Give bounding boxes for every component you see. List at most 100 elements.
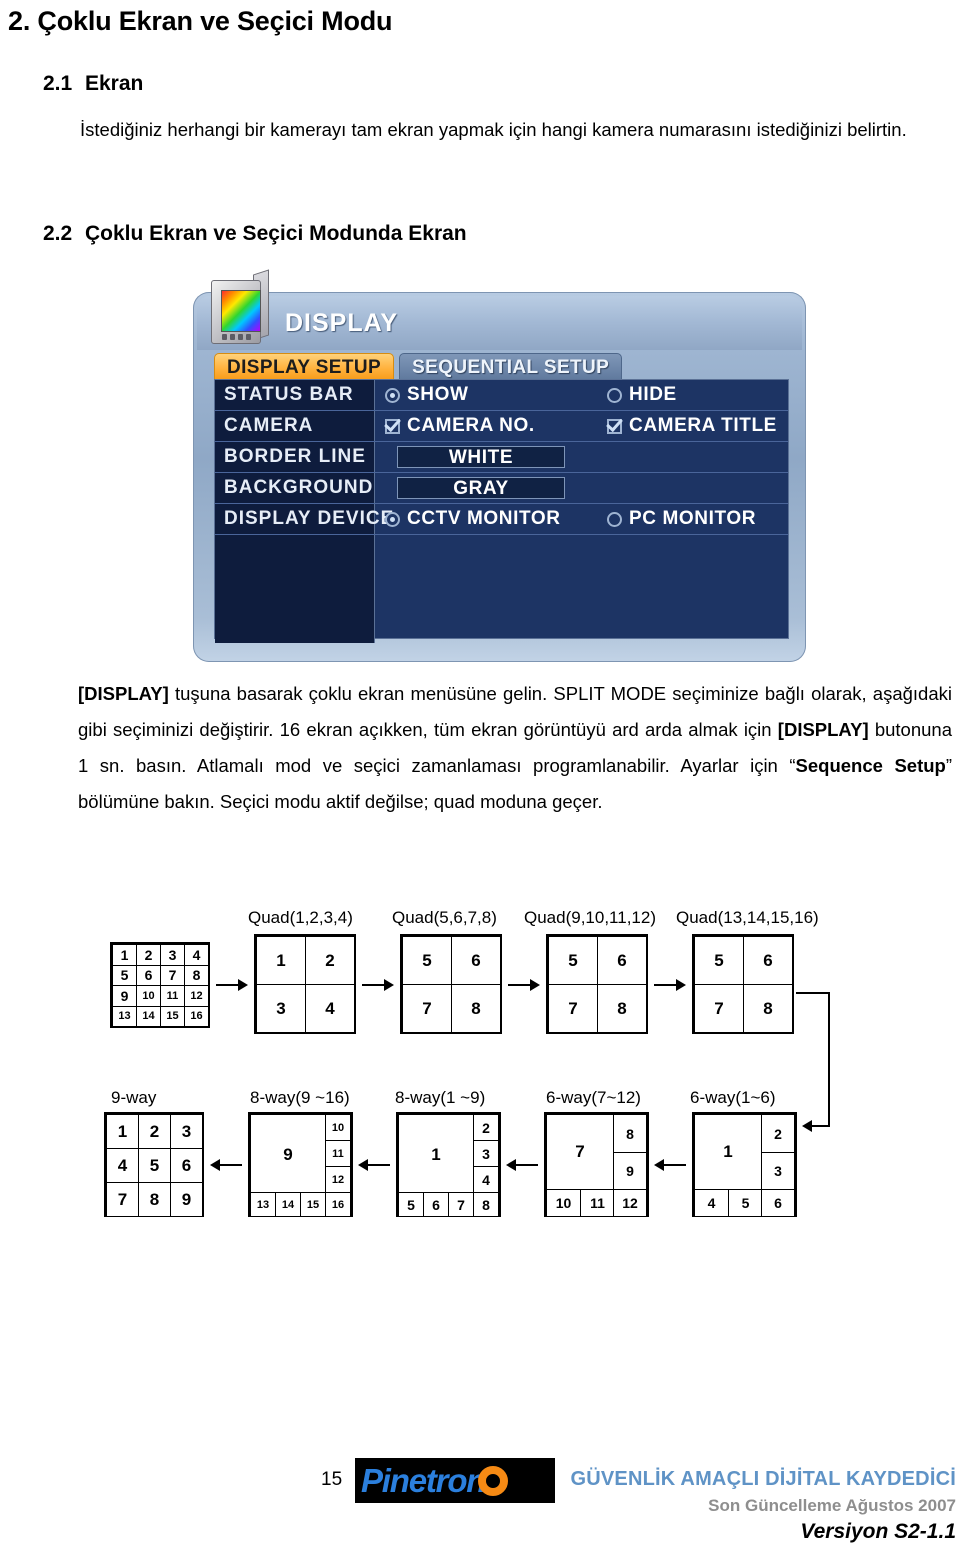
checkbox-icon-camera-no[interactable]: [385, 418, 400, 434]
radio-option-cctv-monitor[interactable]: CCTV MONITOR: [385, 508, 607, 530]
cell-9way-6: 6: [170, 1148, 203, 1183]
layout-16-way: 1 2 3 4 5 6 7 8 9 10 11 12 13 14 15 16: [110, 942, 210, 1028]
arrow-quad3-to-quad4: [654, 979, 686, 991]
arrow-quad1-to-quad2: [362, 979, 394, 991]
checkbox-label-camera-no: CAMERA NO.: [407, 415, 535, 436]
cell-6wayb-main: 1: [694, 1114, 762, 1190]
cell-8wayb-b4: 8: [473, 1192, 499, 1217]
cell-6waya-r1: 8: [613, 1114, 647, 1153]
caption-8-way-b: 8-way(1 ~9): [395, 1088, 486, 1107]
wrap-connector-arrowhead: [802, 1120, 812, 1132]
checkbox-icon-camera-title[interactable]: [607, 418, 622, 434]
cell-quad2-br: 8: [451, 984, 501, 1033]
cell-9way-7: 7: [106, 1182, 139, 1217]
setting-label-border-line: BORDER LINE: [215, 442, 375, 472]
tab-sequential-setup[interactable]: SEQUENTIAL SETUP: [399, 353, 623, 382]
caption-6-way-b: 6-way(1~6): [690, 1088, 776, 1107]
body-paragraph-sequence-setup: Sequence Setup: [795, 755, 946, 776]
caption-8-way-a: 8-way(9 ~16): [250, 1088, 350, 1107]
cell-quad3-tl: 5: [548, 936, 598, 985]
section-title-2-1: Ekran: [85, 72, 144, 95]
caption-quad-1: Quad(1,2,3,4): [248, 908, 353, 927]
cell-9way-3: 3: [170, 1114, 203, 1149]
cell-16way-10: 10: [136, 985, 161, 1007]
cell-16way-11: 11: [160, 985, 185, 1007]
split-mode-diagram: Quad(1,2,3,4) Quad(5,6,7,8) Quad(9,10,11…: [0, 880, 960, 1260]
monitor-icon-leds: [222, 334, 251, 340]
dvr-display-panel: DISPLAY DISPLAY SETUP SEQUENTIAL SETUP S…: [193, 269, 806, 662]
cell-8waya-b2: 14: [275, 1192, 301, 1217]
cell-16way-7: 7: [160, 964, 185, 986]
cell-16way-8: 8: [184, 964, 209, 986]
arrow-8way-b-to-8way-a: [358, 1159, 390, 1171]
section-number-2-1: 2.1: [43, 72, 73, 95]
arrow-8way-a-to-9way: [210, 1159, 242, 1171]
cell-6wayb-b1: 4: [694, 1189, 729, 1217]
cell-quad1-tr: 2: [305, 936, 355, 985]
page-footer: 15 Pinetron GÜVENLİK AMAÇLI DİJİTAL KAYD…: [0, 1455, 960, 1547]
cell-8waya-b3: 15: [300, 1192, 326, 1217]
cell-8wayb-r1: 2: [473, 1114, 499, 1141]
cell-8wayb-r2: 3: [473, 1140, 499, 1167]
wrap-connector-top: [796, 992, 830, 994]
layout-8-way-a: 9 10 11 12 13 14 15 16: [248, 1112, 353, 1217]
radio-option-pc-monitor[interactable]: PC MONITOR: [607, 508, 756, 530]
setting-row-border-line: BORDER LINE WHITE: [215, 442, 788, 473]
cell-quad1-bl: 3: [256, 984, 306, 1033]
footer-version: Versiyon S2-1.1: [800, 1520, 956, 1543]
intro-paragraph: İstediğiniz herhangi bir kamerayı tam ek…: [80, 119, 907, 140]
cell-8wayb-main: 1: [398, 1114, 474, 1195]
radio-icon-cctv-monitor[interactable]: [385, 511, 400, 527]
dvr-panel-title: DISPLAY: [285, 309, 399, 337]
cell-16way-9: 9: [112, 985, 137, 1007]
cell-9way-1: 1: [106, 1114, 139, 1149]
layout-quad-1: 1 2 3 4: [254, 934, 356, 1034]
footer-last-update: Son Güncelleme Ağustos 2007: [708, 1496, 956, 1515]
tab-display-setup[interactable]: DISPLAY SETUP: [214, 353, 395, 382]
radio-label-show: SHOW: [407, 384, 469, 405]
cell-6wayb-b3: 6: [761, 1189, 795, 1217]
page-number: 15: [321, 1469, 343, 1490]
wrap-connector-vertical: [828, 992, 830, 1127]
body-paragraph-display-2: [DISPLAY]: [777, 719, 869, 740]
value-field-border-line[interactable]: WHITE: [397, 446, 565, 468]
checkbox-option-camera-title[interactable]: CAMERA TITLE: [607, 415, 777, 437]
cell-16way-13: 13: [112, 1005, 137, 1027]
footer-tagline: GÜVENLİK AMAÇLI DİJİTAL KAYDEDİCİ: [570, 1468, 956, 1490]
radio-option-hide[interactable]: HIDE: [607, 384, 677, 406]
caption-quad-3: Quad(9,10,11,12): [524, 908, 656, 927]
setting-label-display-device: DISPLAY DEVICE: [215, 504, 393, 534]
radio-icon-hide[interactable]: [607, 387, 622, 403]
radio-icon-pc-monitor[interactable]: [607, 511, 622, 527]
arrow-6way-a-to-8way-b: [506, 1159, 538, 1171]
setting-row-camera: CAMERA CAMERA NO. CAMERA TITLE: [215, 411, 788, 442]
cell-6waya-b2: 11: [580, 1189, 615, 1217]
radio-label-cctv-monitor: CCTV MONITOR: [407, 508, 561, 529]
monitor-icon: [207, 269, 271, 350]
setting-row-display-device: DISPLAY DEVICE CCTV MONITOR PC MONITOR: [215, 504, 788, 535]
cell-quad4-bl: 7: [694, 984, 744, 1033]
cell-quad2-bl: 7: [402, 984, 452, 1033]
setting-label-status-bar: STATUS BAR: [215, 380, 375, 410]
cell-16way-12: 12: [184, 985, 209, 1007]
cell-16way-5: 5: [112, 964, 137, 986]
layout-quad-4: 5 6 7 8: [692, 934, 794, 1034]
setting-row-status-bar: STATUS BAR SHOW HIDE: [215, 380, 788, 411]
radio-icon-show[interactable]: [385, 387, 400, 403]
cell-6wayb-r2: 3: [761, 1152, 795, 1190]
layout-8-way-b: 1 2 3 4 5 6 7 8: [396, 1112, 501, 1217]
body-paragraph: [DISPLAY] tuşuna basarak çoklu ekran men…: [78, 676, 952, 820]
cell-16way-1: 1: [112, 944, 137, 966]
arrow-6way-b-to-6way-a: [654, 1159, 686, 1171]
value-field-background[interactable]: GRAY: [397, 477, 565, 499]
layout-6-way-a: 7 8 9 10 11 12: [544, 1112, 649, 1217]
checkbox-label-camera-title: CAMERA TITLE: [629, 415, 777, 436]
radio-option-show[interactable]: SHOW: [385, 384, 607, 406]
caption-9-way: 9-way: [111, 1088, 157, 1107]
checkbox-option-camera-no[interactable]: CAMERA NO.: [385, 415, 607, 437]
setting-options-background: GRAY: [375, 473, 788, 503]
cell-16way-3: 3: [160, 944, 185, 966]
arrow-16way-to-quad1: [216, 979, 248, 991]
setting-label-background: BACKGROUND: [215, 473, 375, 503]
cell-6waya-r2: 9: [613, 1152, 647, 1190]
